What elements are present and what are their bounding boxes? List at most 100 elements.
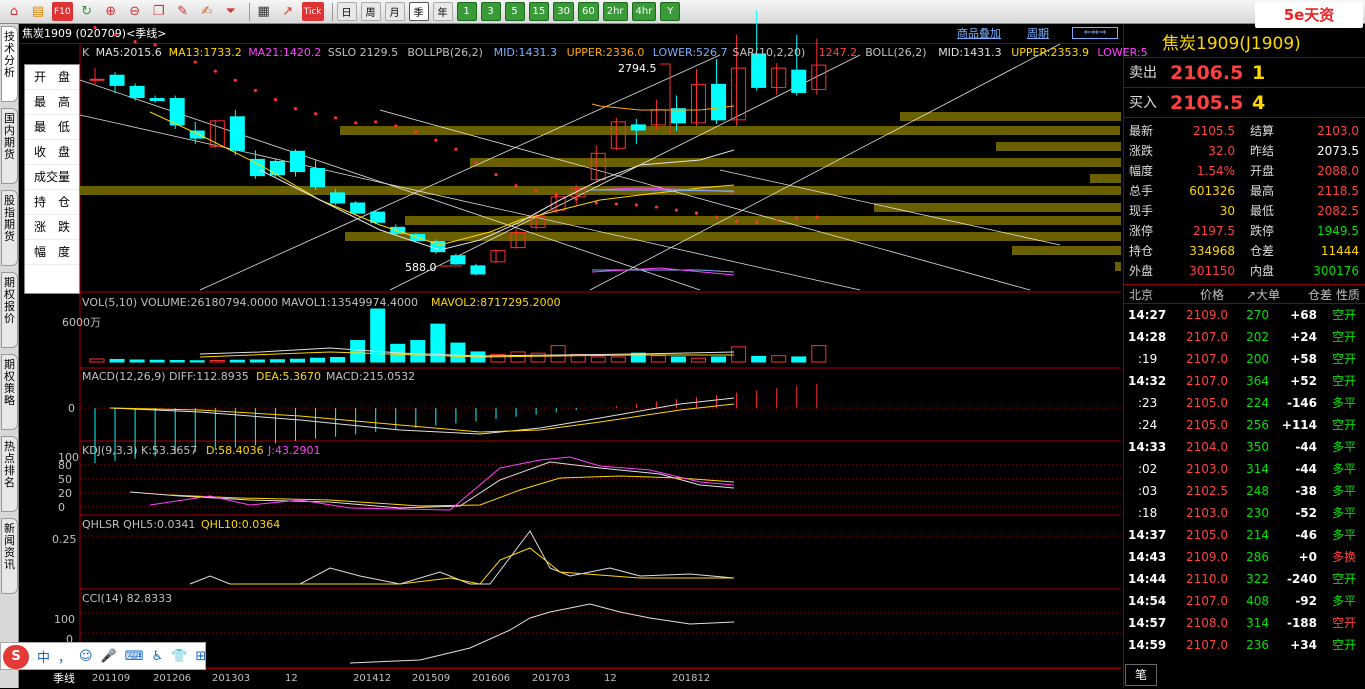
volume-bar bbox=[330, 356, 346, 363]
quote-value: 334968 bbox=[1189, 244, 1235, 258]
date-tick-label: 201812 bbox=[672, 673, 711, 684]
buy-label: 买入 bbox=[1129, 95, 1157, 111]
tick-header-cell: ↗大单 bbox=[1246, 288, 1281, 302]
date-tick-label: 12 bbox=[604, 673, 617, 684]
price-menu-item[interactable]: 涨 跌 bbox=[25, 215, 79, 240]
sar-dot bbox=[554, 193, 558, 197]
tick-volume: 236 bbox=[1246, 638, 1269, 652]
kdj-indicator-label: KDJ(9,3,3) K:53.3657 bbox=[82, 444, 198, 457]
quote-row: 总手 601326 最高 2118.5 bbox=[1124, 181, 1365, 201]
tick-price: 2102.5 bbox=[1186, 484, 1228, 498]
quote-label: 开盘 bbox=[1250, 164, 1275, 178]
tick-row[interactable]: 14:37 2105.0 214 -46 多平 bbox=[1124, 524, 1365, 546]
ime-icon[interactable]: 🎤 bbox=[101, 649, 117, 664]
kdj-j-label: J:43.2901 bbox=[268, 444, 321, 457]
tick-nature: 多换 bbox=[1332, 550, 1357, 564]
brand-logo: 5e天资 bbox=[1255, 2, 1363, 28]
ime-icon[interactable]: 中 bbox=[37, 647, 50, 666]
main-indicator-part: MA13:1733.2 bbox=[168, 46, 242, 59]
tick-row[interactable]: 14:44 2110.0 322 -240 空开 bbox=[1124, 568, 1365, 590]
price-menu-item[interactable]: 持 仓 bbox=[25, 190, 79, 215]
ime-icon[interactable]: ⌨ bbox=[125, 649, 144, 664]
candle-body bbox=[791, 69, 807, 93]
date-tick-label: 201109 bbox=[92, 673, 131, 684]
tick-row[interactable]: :23 2105.0 224 -146 多平 bbox=[1124, 392, 1365, 414]
quote-row: 外盘 301150 内盘 300176 bbox=[1124, 261, 1365, 281]
tick-diff: -44 bbox=[1295, 440, 1317, 454]
price-menu-item[interactable]: 最 高 bbox=[25, 90, 79, 115]
tick-diff: -188 bbox=[1286, 616, 1317, 630]
ime-icon[interactable]: ⊞ bbox=[195, 649, 206, 664]
tick-diff: -46 bbox=[1295, 528, 1317, 542]
ime-icon[interactable]: ， bbox=[58, 647, 71, 666]
tick-nature: 空开 bbox=[1332, 572, 1357, 586]
tick-row[interactable]: 14:33 2104.0 350 -44 多平 bbox=[1124, 436, 1365, 458]
volume-bar bbox=[290, 358, 305, 363]
price-menu-item[interactable]: 最 低 bbox=[25, 115, 79, 140]
macd-axis-label: 0 bbox=[68, 402, 75, 415]
ime-toolbar[interactable]: S 中 ， ☺ 🎤 ⌨ ♿ 👕 ⊞ bbox=[0, 642, 206, 670]
price-menu-item[interactable]: 收 盘 bbox=[25, 140, 79, 165]
tick-time: 14:28 bbox=[1128, 330, 1167, 344]
tick-list[interactable]: 14:27 2109.0 270 +68 空开 14:28 2107.0 202 +24 空开:1… bbox=[1124, 304, 1365, 656]
tick-nature: 多平 bbox=[1332, 440, 1357, 454]
sar-dot bbox=[755, 220, 759, 224]
sar-dot bbox=[494, 173, 498, 177]
sar-dot bbox=[113, 33, 117, 37]
ime-icon[interactable]: 👕 bbox=[171, 649, 187, 664]
tick-row[interactable]: :18 2103.0 230 -52 多平 bbox=[1124, 502, 1365, 524]
chart-area[interactable] bbox=[0, 0, 1122, 688]
tick-diff: +68 bbox=[1290, 308, 1317, 322]
sar-dot bbox=[674, 208, 679, 212]
main-indicator-part: LOWER:5 bbox=[1097, 46, 1148, 59]
quote-label: 跌停 bbox=[1250, 224, 1275, 238]
tick-row[interactable]: :24 2105.0 256 +114 空开 bbox=[1124, 414, 1365, 436]
kdj-d-label: D:58.4036 bbox=[206, 444, 264, 457]
sar-dot bbox=[374, 120, 378, 124]
quote-value: 2197.5 bbox=[1193, 224, 1235, 238]
tick-row[interactable]: 14:28 2107.0 202 +24 空开 bbox=[1124, 326, 1365, 348]
price-menu-item[interactable]: 幅 度 bbox=[25, 240, 79, 265]
tick-row[interactable]: :02 2103.0 314 -44 多平 bbox=[1124, 458, 1365, 480]
date-tick-label: 201606 bbox=[472, 673, 511, 684]
candle-body bbox=[670, 108, 686, 124]
tick-volume: 270 bbox=[1246, 308, 1269, 322]
ime-icon[interactable]: ♿ bbox=[152, 649, 164, 664]
qhlsr-q10-label: QHL10:0.0364 bbox=[201, 518, 281, 531]
ime-icon[interactable]: ☺ bbox=[79, 649, 93, 664]
tick-row[interactable]: :03 2102.5 248 -38 多平 bbox=[1124, 480, 1365, 502]
macd-dea-label: DEA:5.3670 bbox=[256, 370, 321, 383]
tick-row[interactable]: 14:27 2109.0 270 +68 空开 bbox=[1124, 304, 1365, 326]
tick-time: 14:32 bbox=[1128, 374, 1167, 388]
tick-price: 2107.0 bbox=[1186, 352, 1228, 366]
candle-body bbox=[310, 168, 326, 188]
price-menu-item[interactable]: 开 盘 bbox=[25, 65, 79, 90]
tick-row[interactable]: :19 2107.0 200 +58 空开 bbox=[1124, 348, 1365, 370]
date-axis: 季线 201109 201206 201303 12 201412 201509 201606… bbox=[19, 668, 1121, 688]
tick-row[interactable]: 14:57 2108.0 314 -188 空开 bbox=[1124, 612, 1365, 634]
sar-dot bbox=[233, 78, 237, 82]
tick-row[interactable]: 14:43 2109.0 286 +0 多换 bbox=[1124, 546, 1365, 568]
volume-bar bbox=[711, 356, 727, 363]
volume-profile-bar bbox=[874, 203, 1121, 212]
candle-body bbox=[711, 83, 727, 121]
tick-volume: 256 bbox=[1246, 418, 1269, 432]
tick-time: 14:27 bbox=[1128, 308, 1167, 322]
tick-nature: 多平 bbox=[1332, 396, 1357, 410]
volume-profile-bar bbox=[900, 112, 1121, 121]
price-menu-item[interactable]: 成交量 bbox=[25, 165, 79, 190]
contract-title: 焦炭1909(J1909) bbox=[1162, 34, 1301, 54]
tick-volume: 364 bbox=[1246, 374, 1269, 388]
tick-row[interactable]: 14:32 2107.0 364 +52 空开 bbox=[1124, 370, 1365, 392]
tick-tab[interactable]: 笔 bbox=[1125, 664, 1157, 686]
tick-time: :02 bbox=[1138, 462, 1158, 476]
tick-diff: -52 bbox=[1295, 506, 1317, 520]
quote-label: 最新 bbox=[1129, 124, 1154, 138]
tick-row[interactable]: 14:54 2107.0 408 -92 多平 bbox=[1124, 590, 1365, 612]
sar-dot bbox=[93, 25, 97, 30]
volume-bar bbox=[550, 345, 566, 363]
quote-value: 601326 bbox=[1189, 184, 1235, 198]
tick-nature: 多平 bbox=[1332, 506, 1357, 520]
tick-row[interactable]: 14:59 2107.0 236 +34 空开 bbox=[1124, 634, 1365, 656]
sar-dot bbox=[273, 97, 278, 102]
